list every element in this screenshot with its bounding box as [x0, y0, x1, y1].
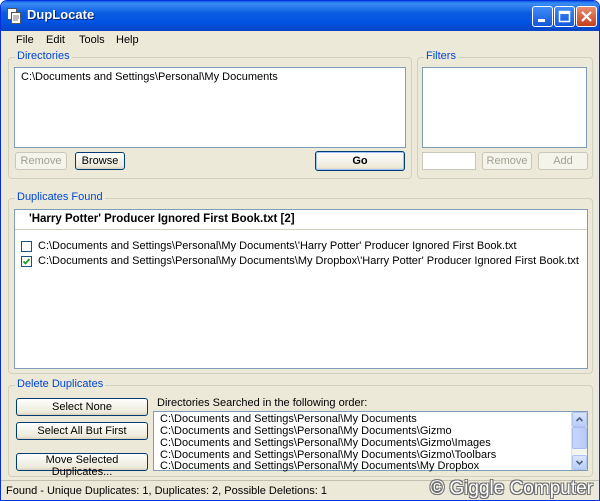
- duplicate-group-title: 'Harry Potter' Producer Ignored First Bo…: [29, 213, 295, 225]
- checkmark-icon: [22, 258, 31, 265]
- directories-group: Directories C:\Documents and Settings\Pe…: [8, 50, 412, 179]
- minimize-icon: [538, 19, 545, 22]
- menu-file[interactable]: File: [16, 34, 34, 46]
- close-icon: [581, 11, 592, 22]
- watermark: © Giggle Computer: [430, 478, 593, 499]
- close-button[interactable]: [576, 6, 597, 27]
- menu-help[interactable]: Help: [116, 34, 139, 46]
- directories-label: Directories: [15, 50, 72, 62]
- select-all-but-first-button[interactable]: Select All But First: [16, 422, 148, 440]
- status-text: Found - Unique Duplicates: 1, Duplicates…: [6, 485, 328, 497]
- filter-input[interactable]: [422, 152, 476, 170]
- scroll-down-button[interactable]: [572, 455, 587, 470]
- go-button[interactable]: Go: [315, 151, 405, 171]
- directory-item[interactable]: C:\Documents and Settings\Personal\My Do…: [21, 71, 278, 83]
- window-title: DupLocate: [27, 7, 95, 22]
- scroll-thumb[interactable]: [572, 427, 587, 449]
- menu-edit[interactable]: Edit: [46, 34, 65, 46]
- search-order-item[interactable]: C:\Documents and Settings\Personal\My Do…: [160, 460, 479, 472]
- duplicates-group: Duplicates Found 'Harry Potter' Producer…: [8, 191, 593, 374]
- duplicates-list[interactable]: 'Harry Potter' Producer Ignored First Bo…: [14, 209, 588, 369]
- search-order-list[interactable]: C:\Documents and Settings\Personal\My Do…: [153, 411, 588, 472]
- title-bar[interactable]: DupLocate: [1, 1, 599, 31]
- duplicate-checkbox-checked[interactable]: [21, 256, 32, 267]
- search-order-item[interactable]: C:\Documents and Settings\Personal\My Do…: [160, 413, 417, 425]
- filters-list[interactable]: [422, 67, 587, 148]
- scroll-down-icon: [575, 460, 584, 466]
- search-order-item[interactable]: C:\Documents and Settings\Personal\My Do…: [160, 425, 452, 437]
- status-bar: Found - Unique Duplicates: 1, Duplicates…: [1, 478, 599, 500]
- scroll-up-icon: [575, 416, 584, 422]
- maximize-button[interactable]: [554, 6, 575, 27]
- menu-bar: File Edit Tools Help: [1, 31, 599, 51]
- browse-button[interactable]: Browse: [75, 152, 125, 170]
- filters-remove-button[interactable]: Remove: [482, 152, 532, 170]
- duplicates-label: Duplicates Found: [15, 191, 105, 203]
- filters-add-button[interactable]: Add: [538, 152, 588, 170]
- filters-label: Filters: [424, 50, 458, 62]
- app-icon: [7, 8, 21, 24]
- menu-tools[interactable]: Tools: [79, 34, 105, 46]
- move-selected-duplicates-button[interactable]: Move Selected Duplicates...: [16, 453, 148, 478]
- delete-duplicates-label: Delete Duplicates: [15, 378, 106, 390]
- directories-list[interactable]: C:\Documents and Settings\Personal\My Do…: [14, 67, 406, 148]
- maximize-icon: [558, 10, 571, 23]
- filters-group: Filters Remove Add: [417, 50, 593, 179]
- duplicate-path: C:\Documents and Settings\Personal\My Do…: [38, 255, 579, 267]
- main-window: DupLocate File Edit Tools Help Directori…: [0, 0, 600, 501]
- duplicate-group-header: 'Harry Potter' Producer Ignored First Bo…: [15, 210, 587, 230]
- search-order-label: Directories Searched in the following or…: [157, 397, 368, 409]
- select-none-button[interactable]: Select None: [16, 398, 148, 416]
- search-order-item[interactable]: C:\Documents and Settings\Personal\My Do…: [160, 437, 491, 449]
- scroll-up-button[interactable]: [572, 412, 587, 427]
- minimize-button[interactable]: [532, 6, 553, 27]
- delete-duplicates-group: Delete Duplicates Select None Select All…: [8, 378, 593, 478]
- duplicate-path: C:\Documents and Settings\Personal\My Do…: [38, 240, 517, 252]
- search-order-scrollbar[interactable]: [571, 412, 587, 470]
- directories-remove-button[interactable]: Remove: [15, 152, 67, 170]
- duplicate-checkbox[interactable]: [21, 241, 32, 252]
